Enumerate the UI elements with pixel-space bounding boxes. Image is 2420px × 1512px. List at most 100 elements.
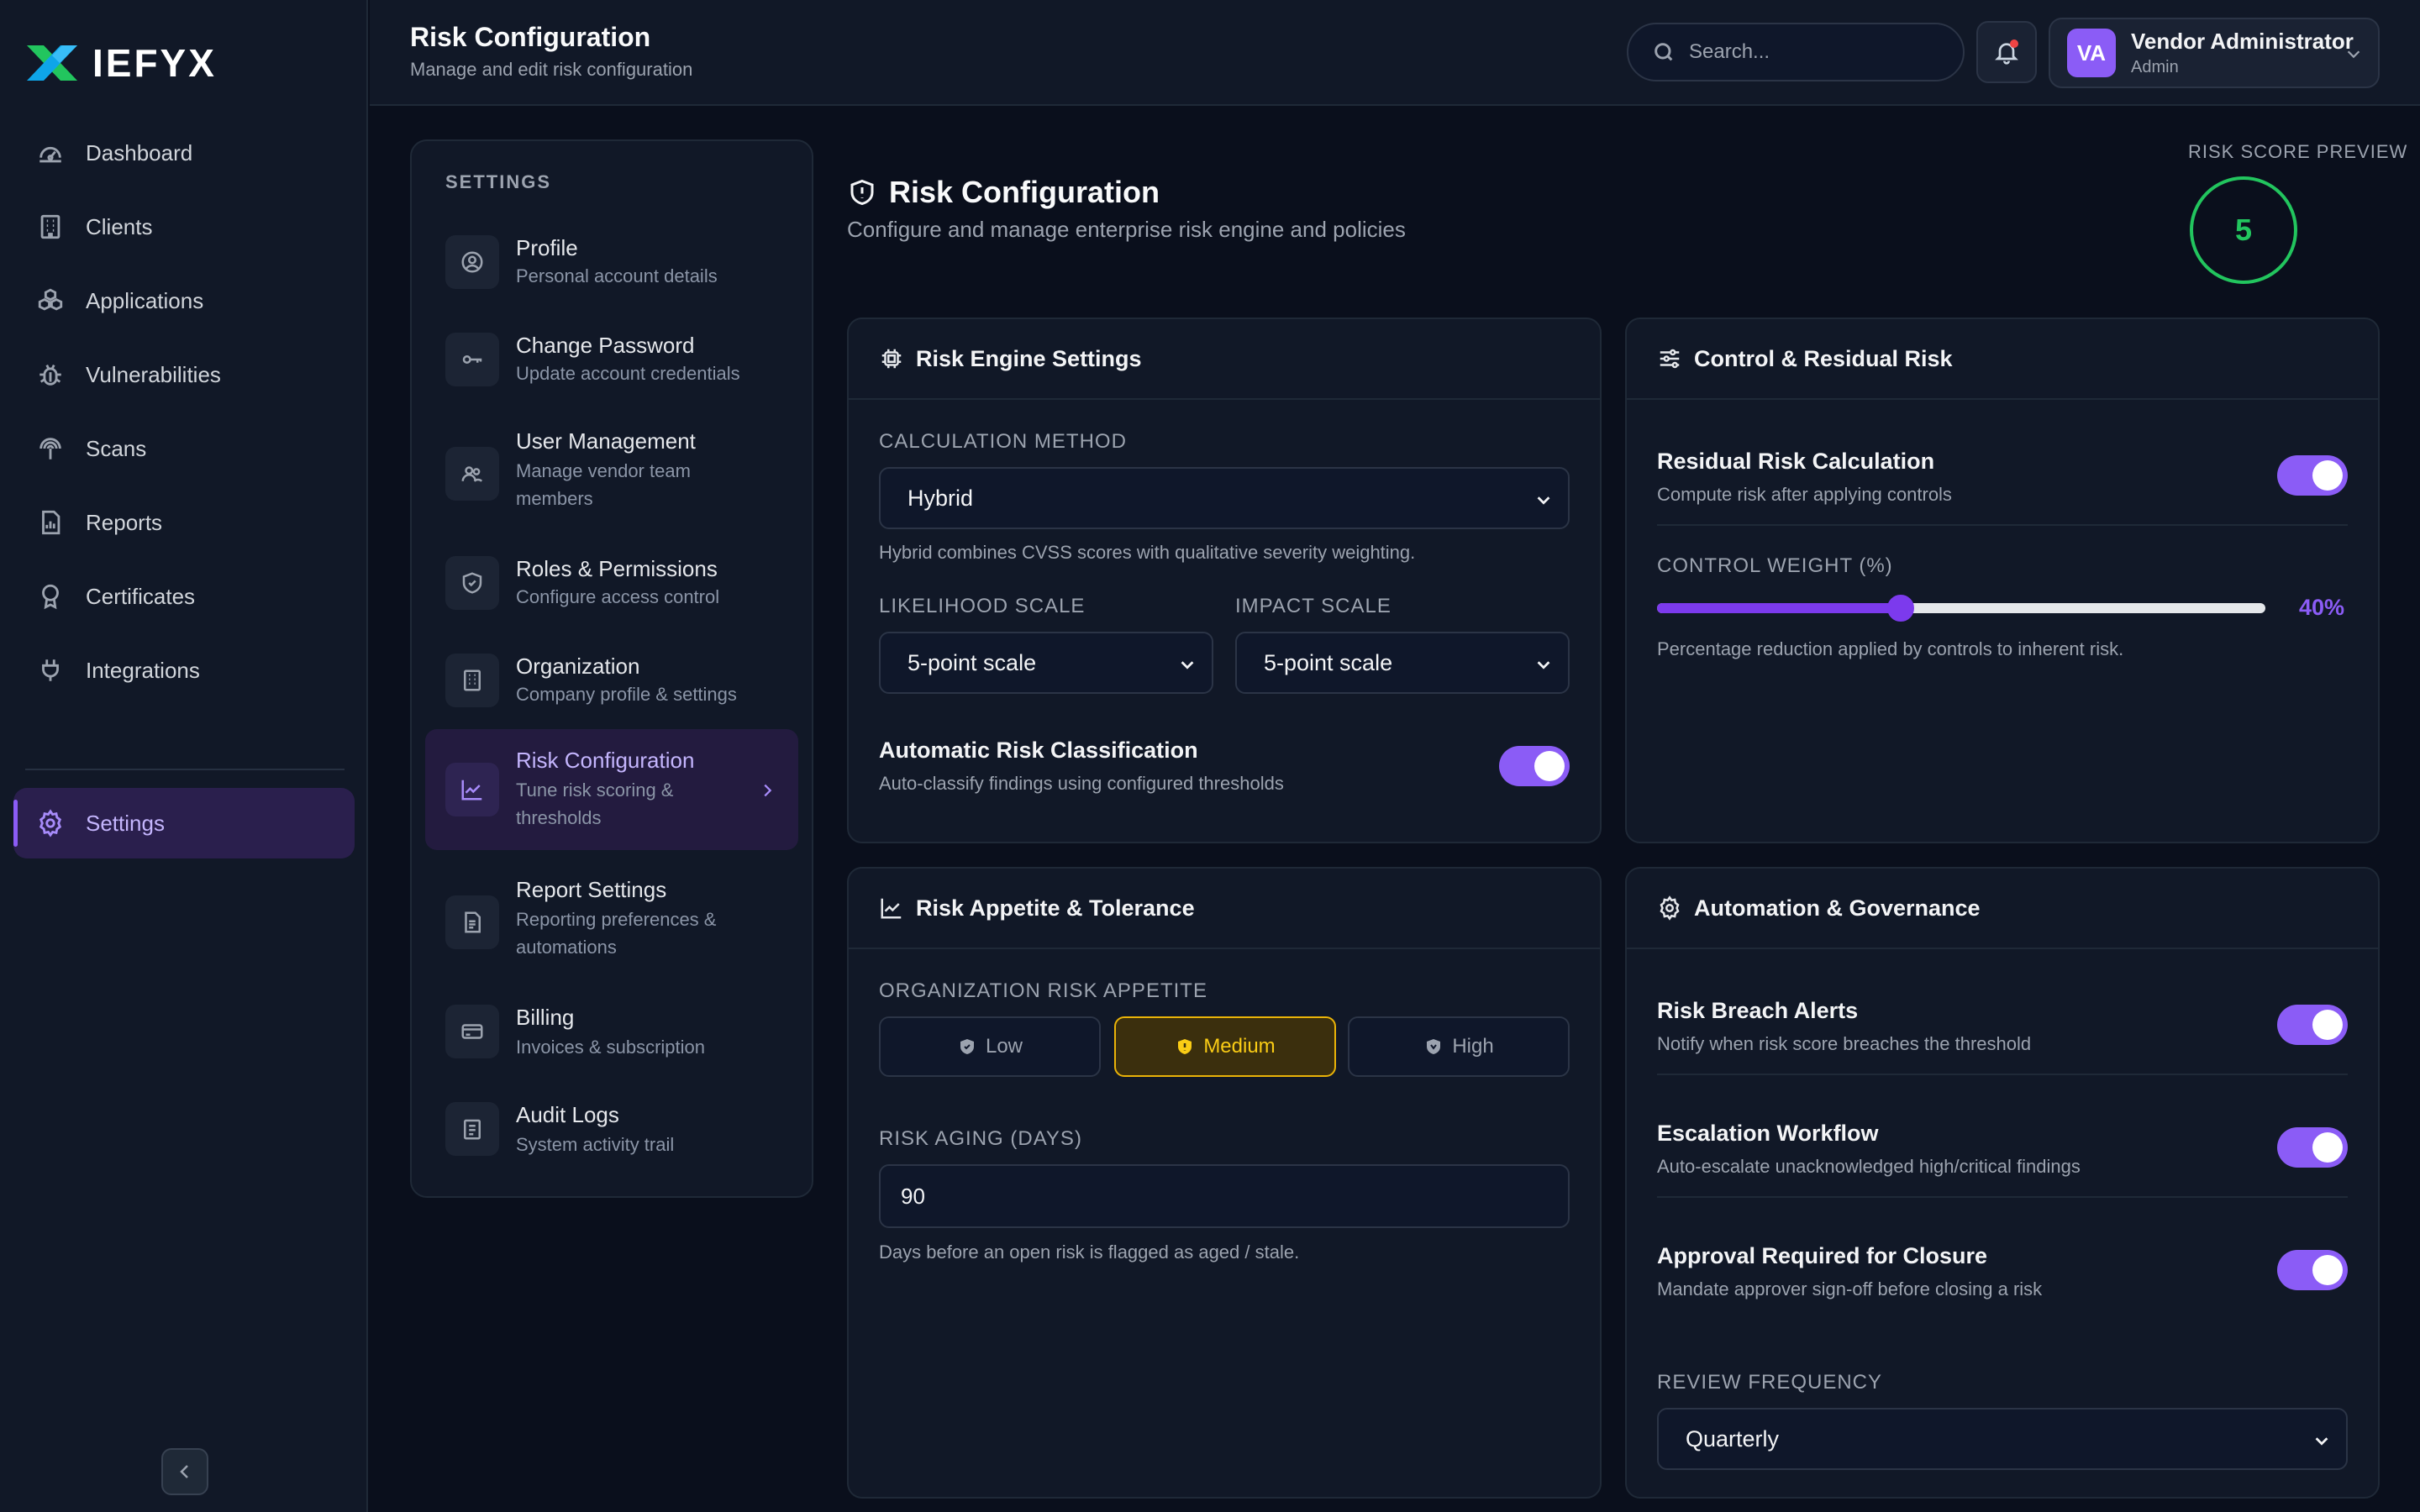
impact-scale-label: IMPACT SCALE: [1235, 595, 1392, 617]
risk-score-preview: 5: [2190, 176, 2297, 284]
sidebar-divider: [25, 769, 345, 770]
settings-item-title: Report Settings: [516, 877, 667, 902]
risk-score-preview-label: RISK SCORE PREVIEW: [2188, 141, 2408, 162]
settings-item-billing[interactable]: Billing Invoices & subscription: [425, 990, 798, 1074]
header-title: Risk Configuration: [410, 22, 651, 52]
credit-card-icon: [445, 1005, 499, 1058]
review-frequency-label: REVIEW FREQUENCY: [1657, 1371, 1883, 1394]
approval-closure-toggle[interactable]: [2277, 1250, 2348, 1290]
clipboard-list-icon: [445, 1102, 499, 1156]
search-icon: [1655, 43, 1673, 61]
plug-icon: [35, 655, 66, 685]
sidebar-item-scans[interactable]: Scans: [13, 413, 355, 484]
shield-icon: [960, 1039, 974, 1054]
sidebar-item-label: Scans: [86, 435, 147, 461]
auto-classification-title: Automatic Risk Classification: [879, 738, 1198, 763]
settings-item-audit-logs[interactable]: Audit Logs System activity trail: [425, 1087, 798, 1171]
gear-icon: [35, 808, 66, 838]
sidebar-item-integrations[interactable]: Integrations: [13, 635, 355, 706]
key-icon: [445, 333, 499, 386]
residual-risk-title: Residual Risk Calculation: [1657, 449, 1935, 474]
app-root: IEFYX Dashboard Clients Applications Vul…: [0, 0, 2420, 1512]
chevron-right-icon: [764, 784, 772, 797]
settings-item-roles-permissions[interactable]: Roles & Permissions Configure access con…: [425, 541, 798, 625]
radar-icon: [35, 433, 66, 464]
settings-menu-panel: SETTINGS Profile Personal account detail…: [410, 139, 813, 1198]
settings-item-title: Roles & Permissions: [516, 556, 718, 581]
control-weight-slider[interactable]: [1657, 595, 2265, 622]
sidebar-item-clients[interactable]: Clients: [13, 192, 355, 262]
brand-x-icon: [27, 45, 77, 81]
settings-item-risk-configuration[interactable]: Risk Configuration Tune risk scoring & t…: [425, 729, 798, 850]
shield-alert-icon: [1178, 1039, 1192, 1054]
sliders-icon: [1660, 349, 1680, 369]
review-frequency-select[interactable]: Quarterly: [1657, 1408, 2348, 1470]
divider: [1657, 1074, 2348, 1075]
notifications-button[interactable]: [1976, 21, 2037, 83]
search-box[interactable]: [1627, 23, 1965, 81]
brand-logo[interactable]: IEFYX: [25, 40, 217, 86]
select-value: Hybrid: [908, 485, 974, 511]
card-header: Risk Engine Settings: [849, 319, 1600, 400]
settings-item-desc: Tune risk scoring & thresholds: [516, 780, 674, 828]
approval-closure-desc: Mandate approver sign-off before closing…: [1657, 1278, 2043, 1299]
escalation-workflow-toggle[interactable]: [2277, 1127, 2348, 1168]
settings-item-title: Change Password: [516, 333, 695, 358]
calculation-method-select[interactable]: Hybrid: [879, 467, 1570, 529]
settings-item-desc: Invoices & subscription: [516, 1037, 705, 1058]
select-value: 5-point scale: [908, 649, 1037, 675]
search-input[interactable]: [1689, 40, 1941, 64]
sidebar-item-applications[interactable]: Applications: [13, 265, 355, 336]
slider-fill: [1657, 603, 1901, 613]
card-header: Control & Residual Risk: [1627, 319, 2378, 400]
report-icon: [35, 507, 66, 538]
likelihood-scale-select[interactable]: 5-point scale: [879, 632, 1213, 694]
gauge-icon: [35, 138, 66, 168]
risk-aging-input[interactable]: 90: [879, 1164, 1570, 1228]
divider: [1657, 524, 2348, 526]
sidebar-item-reports[interactable]: Reports: [13, 487, 355, 558]
settings-item-desc: Manage vendor team members: [516, 460, 691, 509]
settings-item-report-settings[interactable]: Report Settings Reporting preferences & …: [425, 864, 798, 981]
appetite-low-button[interactable]: Low: [879, 1016, 1101, 1077]
settings-item-change-password[interactable]: Change Password Update account credentia…: [425, 318, 798, 402]
control-weight-label: CONTROL WEIGHT (%): [1657, 554, 1893, 577]
bug-icon: [35, 360, 66, 390]
chevron-down-icon: [1537, 496, 1550, 505]
settings-item-organization[interactable]: Organization Company profile & settings: [425, 638, 798, 722]
appetite-option-label: High: [1452, 1035, 1494, 1058]
calculation-method-help: Hybrid combines CVSS scores with qualita…: [879, 542, 1416, 563]
settings-item-desc: Configure access control: [516, 586, 720, 607]
award-icon: [35, 581, 66, 612]
settings-item-user-management[interactable]: User Management Manage vendor team membe…: [425, 415, 798, 533]
avatar: VA: [2067, 29, 2116, 77]
sidebar-item-dashboard[interactable]: Dashboard: [13, 118, 355, 188]
card-title: Risk Engine Settings: [916, 345, 1142, 371]
page-title-text: Risk Configuration: [889, 175, 1160, 209]
sidebar-item-certificates[interactable]: Certificates: [13, 561, 355, 632]
impact-scale-select[interactable]: 5-point scale: [1235, 632, 1570, 694]
select-value: Quarterly: [1686, 1425, 1780, 1452]
settings-item-profile[interactable]: Profile Personal account details: [425, 220, 798, 304]
risk-appetite-label: ORGANIZATION RISK APPETITE: [879, 979, 1207, 1002]
sidebar: IEFYX Dashboard Clients Applications Vul…: [0, 0, 368, 1512]
breach-alerts-toggle[interactable]: [2277, 1005, 2348, 1045]
user-menu[interactable]: VA Vendor Administrator Admin: [2049, 18, 2380, 88]
slider-thumb[interactable]: [1886, 595, 1914, 622]
shield-alert-icon: [850, 179, 874, 206]
risk-engine-card: Risk Engine Settings: [847, 318, 1602, 843]
sidebar-item-vulnerabilities[interactable]: Vulnerabilities: [13, 339, 355, 410]
settings-item-desc: Reporting preferences & automations: [516, 909, 717, 958]
residual-risk-toggle[interactable]: [2277, 455, 2348, 496]
appetite-high-button[interactable]: High: [1348, 1016, 1570, 1077]
calculation-method-label: CALCULATION METHOD: [879, 430, 1127, 453]
auto-classification-toggle[interactable]: [1499, 746, 1570, 786]
document-icon: [445, 895, 499, 949]
cubes-icon: [35, 286, 66, 316]
sidebar-item-label: Clients: [86, 213, 153, 239]
chevron-down-icon: [1537, 661, 1550, 669]
sidebar-item-settings[interactable]: Settings: [13, 788, 355, 858]
appetite-medium-button[interactable]: Medium: [1114, 1016, 1336, 1077]
settings-item-title: Billing: [516, 1005, 575, 1030]
collapse-sidebar-button[interactable]: [161, 1448, 208, 1495]
